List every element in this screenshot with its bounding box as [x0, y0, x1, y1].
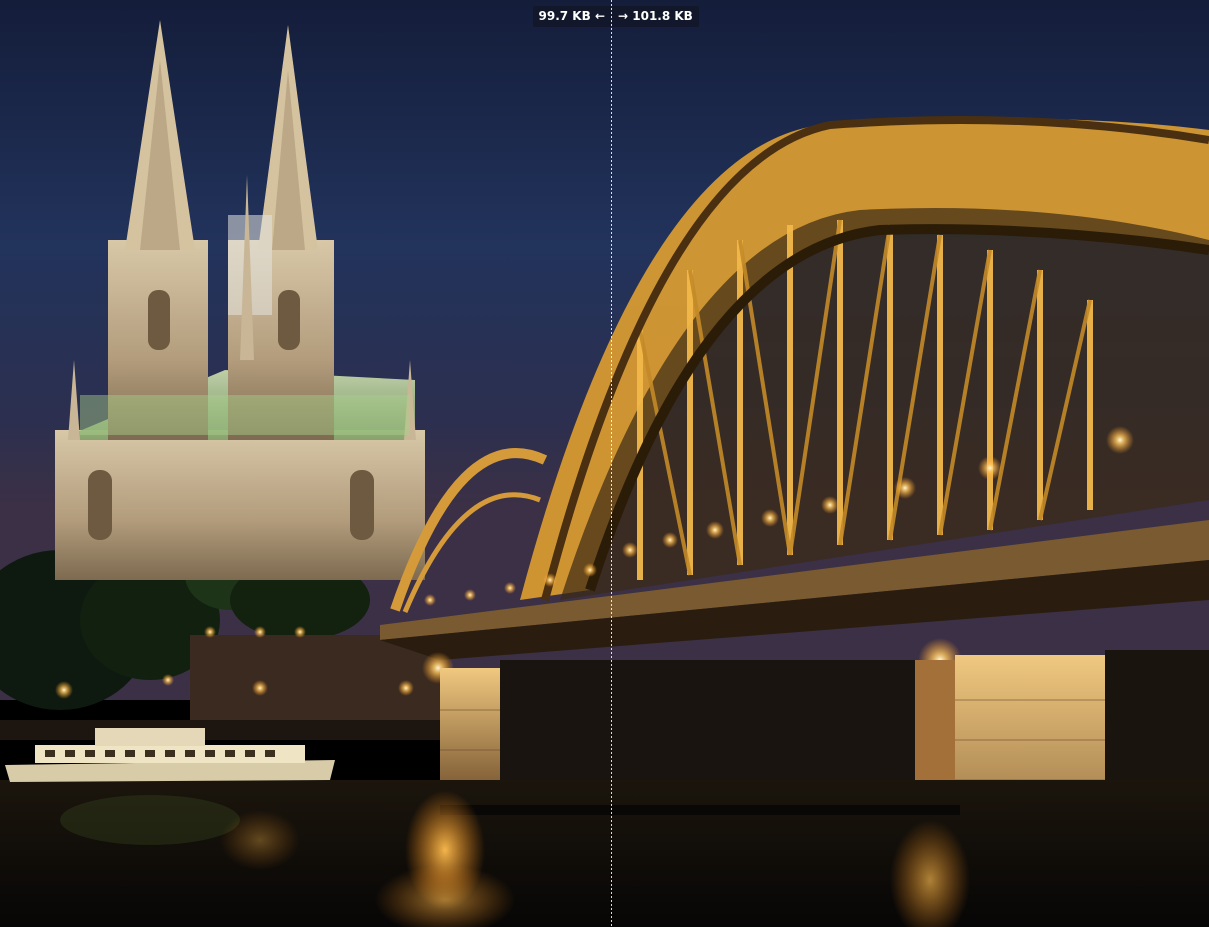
original-size-badge: 99.7 KB ←	[532, 6, 611, 27]
left-arrow-icon: ←	[594, 9, 605, 23]
right-arrow-icon: →	[618, 9, 629, 23]
compressed-size-label: 101.8 KB	[632, 9, 693, 23]
compare-divider-line[interactable]	[611, 0, 612, 927]
compressed-size-badge: → 101.8 KB	[612, 6, 699, 27]
original-size-label: 99.7 KB	[538, 9, 591, 23]
